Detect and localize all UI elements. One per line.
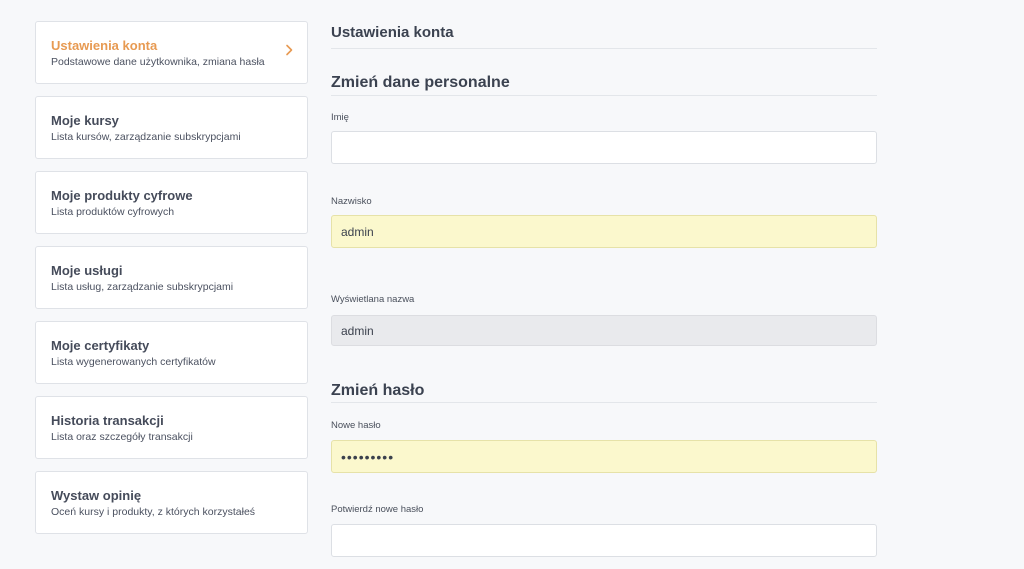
sidebar-item-title: Moje certyfikaty <box>51 338 150 353</box>
sidebar-item-my-courses[interactable]: Moje kursy Lista kursów, zarządzanie sub… <box>35 96 308 159</box>
confirm-password-label: Potwierdź nowe hasło <box>331 504 424 515</box>
last-name-input[interactable] <box>331 215 877 248</box>
display-name-label: Wyświetlana nazwa <box>331 294 415 305</box>
sidebar-item-title: Moje usługi <box>51 263 123 278</box>
sidebar-item-title: Moje produkty cyfrowe <box>51 188 193 203</box>
display-name-input <box>331 315 877 346</box>
sidebar-item-subtitle: Lista usług, zarządzanie subskrypcjami <box>51 281 234 293</box>
sidebar-item-title: Historia transakcji <box>51 413 164 428</box>
sidebar-item-title: Moje kursy <box>51 113 119 128</box>
sidebar-item-subtitle: Lista oraz szczegóły transakcji <box>51 431 193 443</box>
sidebar-item-my-services[interactable]: Moje usługi Lista usług, zarządzanie sub… <box>35 246 308 309</box>
new-password-label: Nowe hasło <box>331 420 381 431</box>
last-name-label: Nazwisko <box>331 196 372 207</box>
first-name-input[interactable] <box>331 131 877 164</box>
first-name-label: Imię <box>331 112 349 123</box>
sidebar-item-subtitle: Lista wygenerowanych certyfikatów <box>51 356 216 368</box>
confirm-password-input[interactable] <box>331 524 877 557</box>
sidebar-item-subtitle: Oceń kursy i produkty, z których korzyst… <box>51 506 256 518</box>
new-password-input[interactable] <box>331 440 877 473</box>
sidebar-item-title: Wystaw opinię <box>51 488 142 503</box>
sidebar-item-write-review[interactable]: Wystaw opinię Oceń kursy i produkty, z k… <box>35 471 308 534</box>
change-password-heading: Zmień hasło <box>331 382 877 403</box>
sidebar-item-transaction-history[interactable]: Historia transakcji Lista oraz szczegóły… <box>35 396 308 459</box>
sidebar-item-subtitle: Lista kursów, zarządzanie subskrypcjami <box>51 131 241 143</box>
chevron-right-icon <box>286 44 293 56</box>
personal-data-heading: Zmień dane personalne <box>331 74 877 96</box>
sidebar-item-account-settings[interactable]: Ustawienia konta Podstawowe dane użytkow… <box>35 21 308 84</box>
sidebar-item-certificates[interactable]: Moje certyfikaty Lista wygenerowanych ce… <box>35 321 308 384</box>
sidebar-item-subtitle: Lista produktów cyfrowych <box>51 206 175 218</box>
sidebar-item-subtitle: Podstawowe dane użytkownika, zmiana hasł… <box>51 56 265 68</box>
sidebar-item-digital-products[interactable]: Moje produkty cyfrowe Lista produktów cy… <box>35 171 308 234</box>
page-title: Ustawienia konta <box>331 24 877 49</box>
sidebar-item-title: Ustawienia konta <box>51 38 158 53</box>
